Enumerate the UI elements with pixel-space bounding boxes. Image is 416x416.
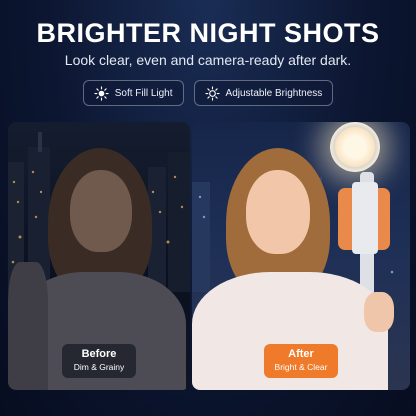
subheadline: Look clear, even and camera-ready after … bbox=[64, 52, 352, 68]
after-badge: After Bright & Clear bbox=[264, 344, 338, 378]
feature-label: Adjustable Brightness bbox=[225, 87, 323, 99]
feature-pill-brightness: Adjustable Brightness bbox=[193, 80, 334, 106]
headline: BRIGHTER NIGHT SHOTS bbox=[36, 18, 380, 48]
before-title: Before bbox=[81, 348, 117, 360]
after-photo-panel: After Bright & Clear bbox=[192, 122, 410, 390]
feature-pills: Soft Fill Light Adjustable Brightness bbox=[0, 80, 416, 106]
before-caption: Dim & Grainy bbox=[73, 362, 125, 372]
sun-icon bbox=[94, 85, 109, 101]
brightness-icon bbox=[204, 85, 220, 101]
feature-pill-soft-fill: Soft Fill Light bbox=[82, 80, 184, 106]
before-photo-panel: Before Dim & Grainy bbox=[8, 122, 190, 390]
before-badge: Before Dim & Grainy bbox=[62, 344, 136, 378]
after-caption: Bright & Clear bbox=[274, 362, 328, 372]
after-title: After bbox=[288, 348, 314, 360]
feature-label: Soft Fill Light bbox=[114, 87, 173, 99]
